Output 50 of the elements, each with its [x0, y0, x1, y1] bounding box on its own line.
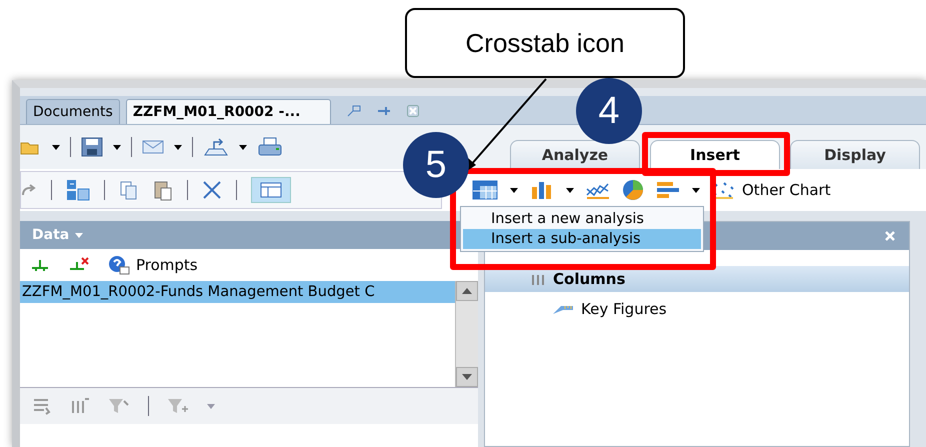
- pin-icon[interactable]: [377, 105, 392, 117]
- close-icon[interactable]: [407, 105, 420, 117]
- prompts-button[interactable]: Prompts: [108, 255, 198, 275]
- printer-icon[interactable]: [257, 137, 283, 157]
- caret-icon[interactable]: [566, 188, 574, 192]
- caret-icon[interactable]: [52, 144, 60, 150]
- delete-icon[interactable]: [202, 181, 222, 199]
- columns-icon: [531, 273, 545, 285]
- swap-axes-icon[interactable]: [66, 179, 90, 201]
- add-connection-icon[interactable]: [30, 258, 50, 272]
- key-figures-item[interactable]: Key Figures: [485, 292, 909, 318]
- ribbon-tab[interactable]: Display: [790, 140, 920, 169]
- scroll-up-icon[interactable]: [462, 288, 472, 294]
- horizontal-bar-chart-icon[interactable]: [656, 181, 680, 199]
- restore-icon[interactable]: [347, 105, 362, 117]
- caret-icon[interactable]: [174, 144, 182, 150]
- ribbon-tab[interactable]: Insert: [650, 140, 780, 169]
- redo-icon[interactable]: [21, 183, 37, 197]
- data-source-item[interactable]: ZZFM_M01_R0002-Funds Management Budget C: [20, 281, 455, 303]
- caret-icon[interactable]: [113, 144, 121, 150]
- ribbon-tab[interactable]: Analyze: [510, 140, 640, 169]
- pie-chart-icon[interactable]: [622, 179, 644, 201]
- mail-icon[interactable]: [142, 140, 164, 154]
- document-tab[interactable]: Documents: [26, 99, 120, 124]
- line-chart-icon[interactable]: [586, 181, 610, 199]
- paste-icon[interactable]: [153, 179, 173, 201]
- other-charts-button[interactable]: Other Chart: [712, 181, 831, 199]
- filter-icon[interactable]: [108, 397, 130, 415]
- layout-icon: [260, 182, 282, 198]
- document-tab[interactable]: ZZFM_M01_R0002 -...: [126, 99, 332, 124]
- remove-connection-icon[interactable]: [68, 257, 90, 273]
- save-icon[interactable]: [81, 137, 103, 157]
- export-icon[interactable]: [203, 137, 229, 157]
- menu-item[interactable]: Insert a new analysis: [463, 209, 701, 229]
- bar-chart-icon[interactable]: [530, 181, 554, 199]
- layout-toggle-button[interactable]: [251, 177, 291, 203]
- section-header[interactable]: Columns: [485, 266, 909, 292]
- filter-add-icon[interactable]: [167, 397, 189, 415]
- sort-icon[interactable]: [32, 397, 52, 415]
- scrollbar[interactable]: [455, 281, 478, 387]
- caret-icon[interactable]: [510, 188, 518, 192]
- crosstab-icon[interactable]: [472, 180, 498, 200]
- callout-label: Crosstab icon: [405, 8, 685, 78]
- copy-icon[interactable]: [119, 180, 139, 200]
- caret-icon[interactable]: [692, 188, 700, 192]
- caret-icon[interactable]: [239, 144, 247, 150]
- scroll-down-icon[interactable]: [462, 374, 472, 380]
- help-icon: [108, 255, 130, 275]
- menu-item[interactable]: Insert a sub-analysis: [463, 229, 701, 249]
- columns-icon[interactable]: [70, 397, 90, 415]
